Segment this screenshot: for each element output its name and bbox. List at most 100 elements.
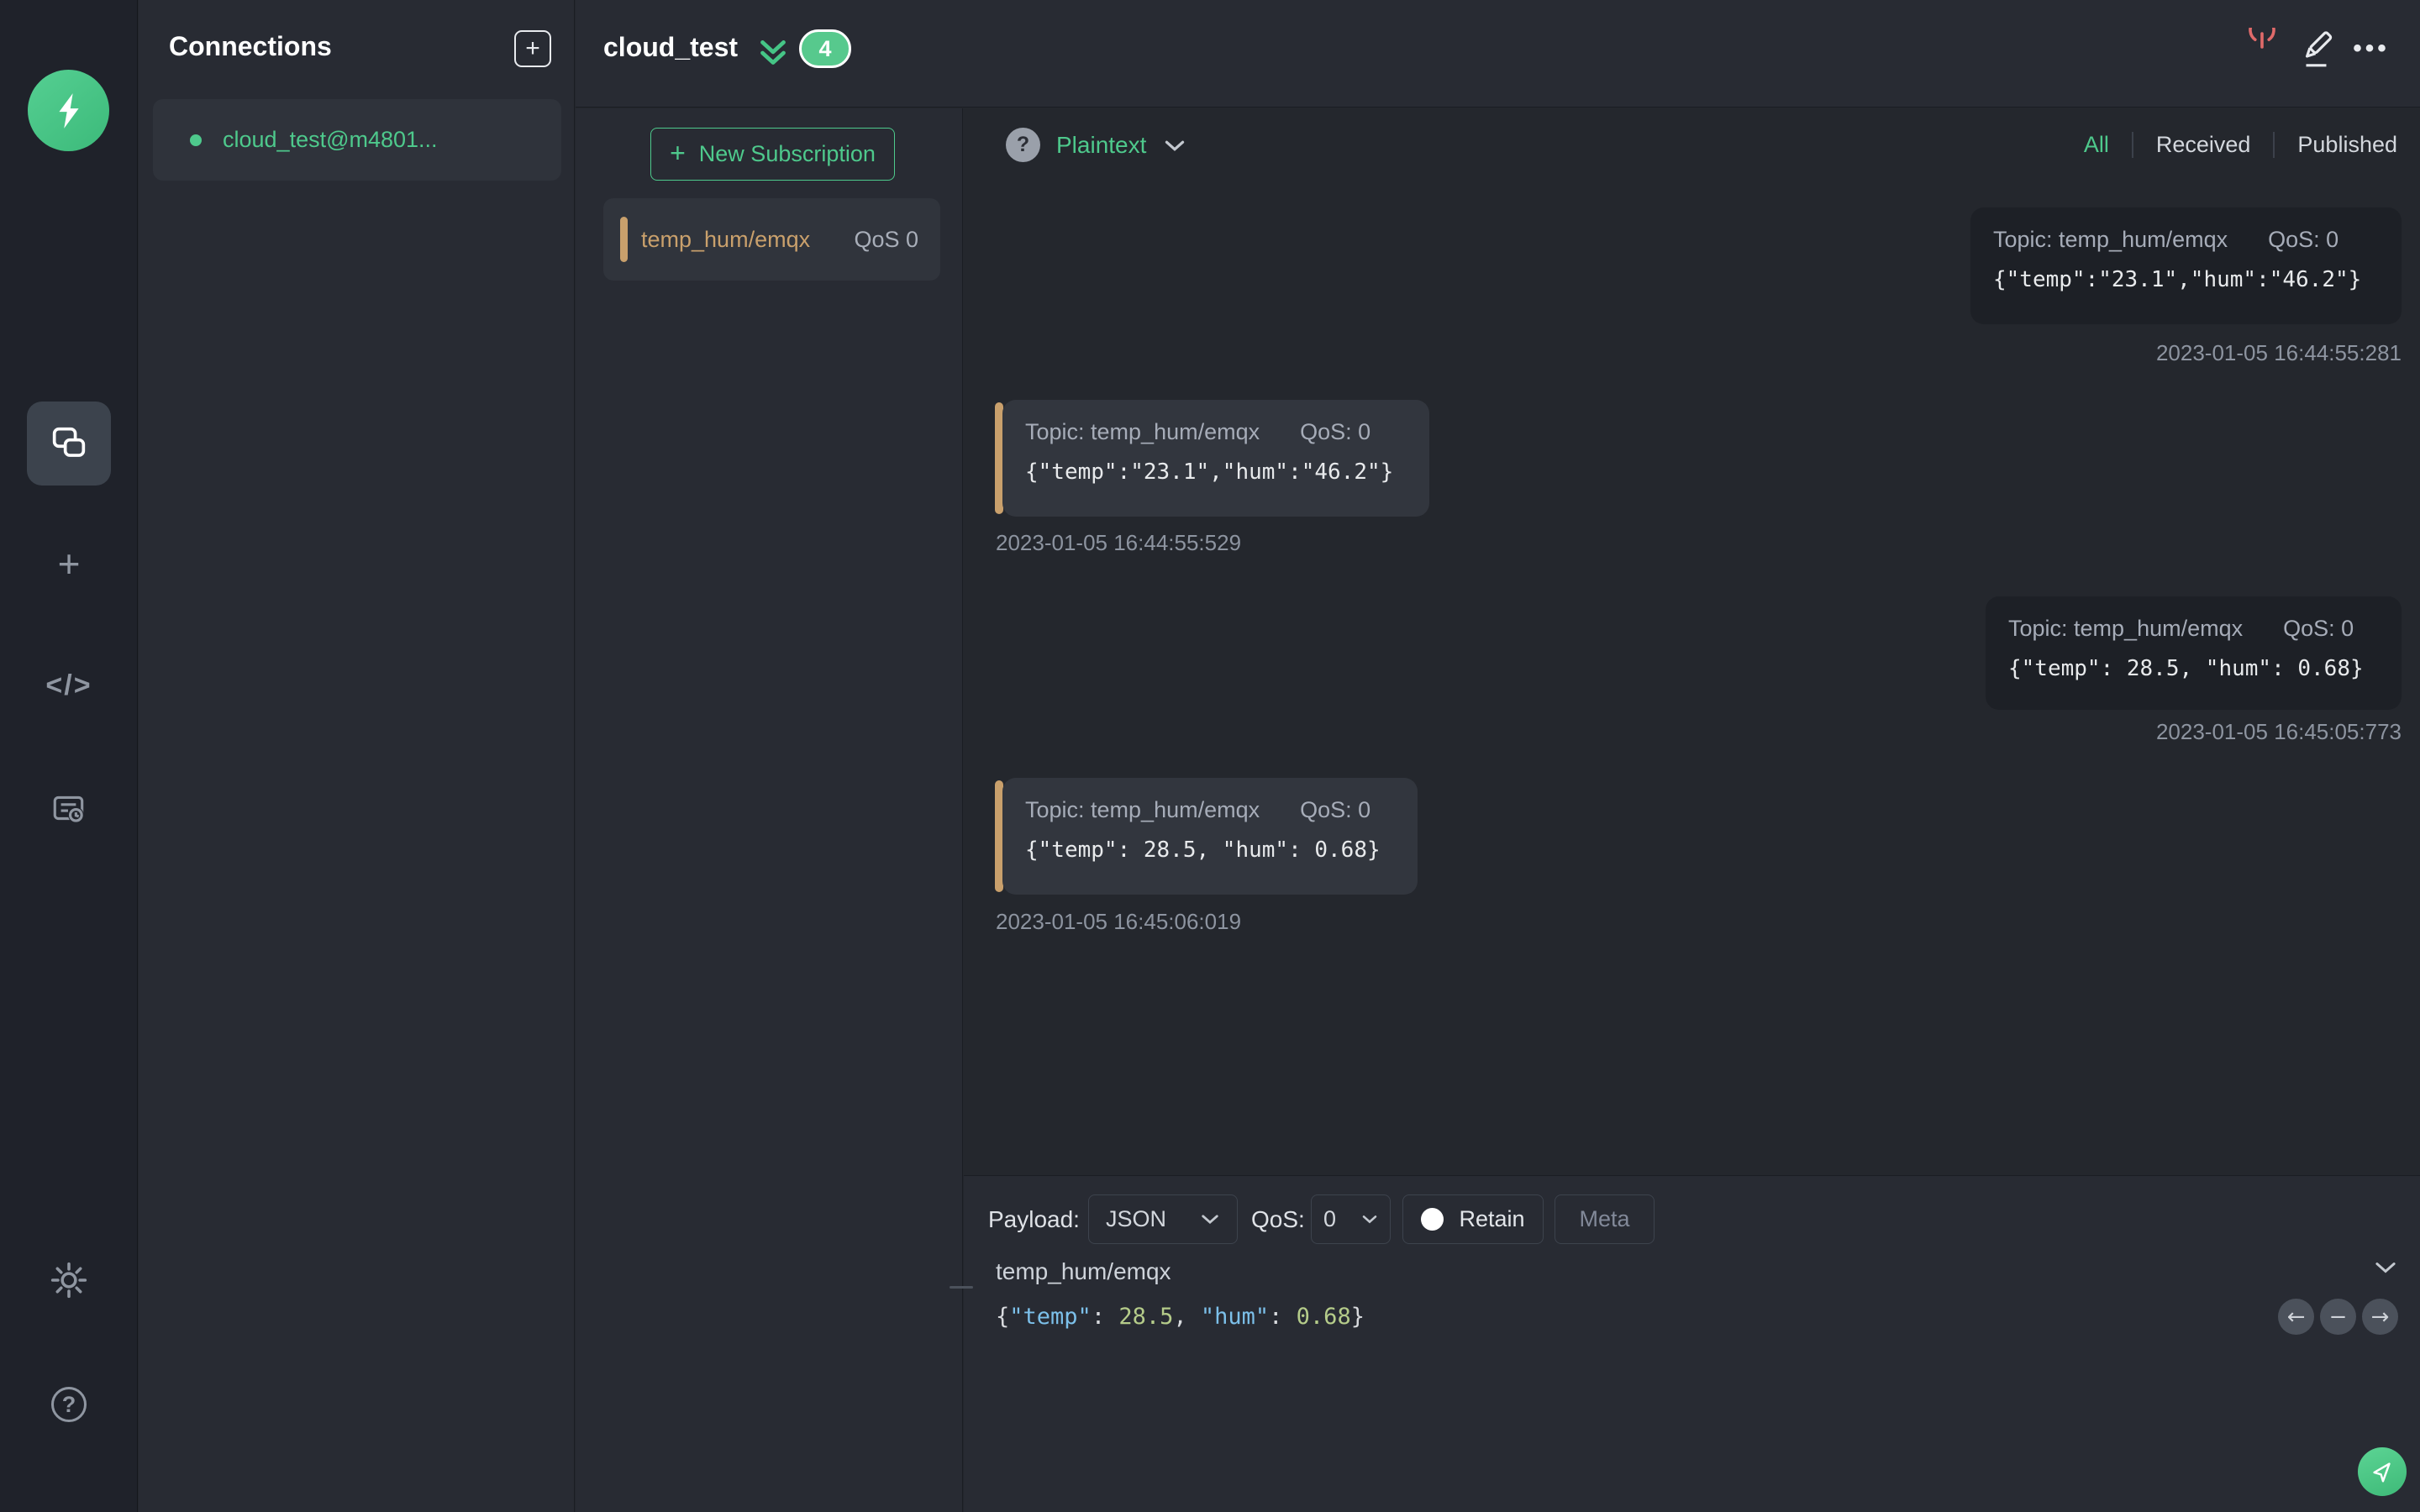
json-token-number: 0.68 [1296,1304,1351,1330]
sidebar-item-connections[interactable] [27,402,111,486]
json-token-number: 28.5 [1118,1304,1174,1330]
collapse-subscriptions-button[interactable] [754,36,792,76]
minus-icon: − [2328,1304,2348,1330]
sidebar-item-script[interactable]: </> [0,654,138,717]
sidebar-item-settings[interactable] [0,1248,138,1312]
connection-list-item[interactable]: cloud_test@m4801... [153,99,561,181]
qos-select[interactable]: 0 [1311,1194,1391,1244]
message-qos: QoS: 0 [1300,419,1371,444]
message-bubble-received: Topic: temp_hum/emqx QoS: 0 {"temp":"23.… [995,400,1429,517]
payload-format-select[interactable]: JSON [1088,1194,1238,1244]
arrow-right-icon: → [2370,1304,2390,1330]
paper-plane-icon [2373,1462,2391,1483]
connection-name: cloud_test@m4801... [223,127,438,152]
sidebar-item-new-connection[interactable]: + [0,532,138,596]
more-menu-button[interactable]: ••• [2351,29,2391,69]
code-icon: </> [45,669,92,701]
connected-status-dot [190,134,202,146]
payload-format-help-icon[interactable]: ? [1006,128,1040,162]
retain-dot-icon [1421,1208,1444,1231]
disconnect-button[interactable] [2242,28,2282,69]
message-timestamp: 2023-01-05 16:45:05:773 [2155,719,2402,744]
filter-received[interactable]: Received [2156,132,2251,158]
power-icon [2249,28,2275,49]
message-meta: Topic: temp_hum/emqx QoS: 0 [1993,227,2379,253]
add-connection-button[interactable]: + [514,30,551,67]
history-prev-button[interactable]: ← [2278,1299,2314,1335]
json-token-key: "temp" [1009,1304,1092,1330]
connection-title: cloud_test [603,32,739,62]
new-subscription-label: New Subscription [698,141,876,166]
subscription-count-badge: 4 [799,29,851,68]
meta-label: Meta [1579,1206,1630,1231]
message-payload: {"temp": 28.5, "hum": 0.68} [1025,837,1381,863]
retain-toggle[interactable]: Retain [1402,1194,1544,1244]
subscriptions-column: + New Subscription temp_hum/emqx QoS 0 [576,108,963,1512]
message-topic: Topic: temp_hum/emqx [1993,227,2228,252]
connections-panel: Connections + cloud_test@m4801... [139,0,575,1512]
publish-topic-input[interactable]: temp_hum/emqx [996,1258,1171,1285]
filter-divider [2131,132,2133,158]
subscription-qos: QoS 0 [854,226,918,252]
message-timestamp: 2023-01-05 16:44:55:529 [996,530,1242,555]
message-payload: {"temp":"23.1","hum":"46.2"} [1025,459,1394,485]
connection-header: cloud_test 4 ••• [576,0,2420,108]
sidebar-item-help[interactable]: ? [0,1373,138,1436]
edit-connection-button[interactable] [2296,29,2337,69]
subscription-color-bar [620,217,628,262]
message-qos: QoS: 0 [2283,616,2354,641]
message-qos: QoS: 0 [1300,797,1371,822]
filter-all[interactable]: All [2084,132,2109,158]
json-token-punct: : [1269,1304,1297,1330]
message-bubble-received: Topic: temp_hum/emqx QoS: 0 {"temp": 28.… [995,778,1418,895]
message-topic: Topic: temp_hum/emqx [2008,616,2244,641]
message-qos: QoS: 0 [2268,227,2339,252]
message-bubble-published: Topic: temp_hum/emqx QoS: 0 {"temp": 28.… [1986,596,2402,710]
json-token-punct: , [1173,1304,1201,1330]
send-button[interactable] [2358,1447,2407,1496]
message-bubble-body: Topic: temp_hum/emqx QoS: 0 {"temp":"23.… [1002,400,1429,517]
retain-label: Retain [1459,1206,1525,1231]
publish-panel: Payload: JSON QoS: 0 Retain Meta temp_hu… [964,1175,2420,1512]
pencil-icon [2305,31,2333,67]
message-bubble-published: Topic: temp_hum/emqx QoS: 0 {"temp":"23.… [1970,207,2402,324]
message-format-dropdown[interactable]: Plaintext [1056,132,1186,159]
mqttx-logo [28,70,109,151]
gear-icon [50,1262,87,1299]
json-token-key: "hum" [1200,1304,1270,1330]
new-subscription-button[interactable]: + New Subscription [650,128,895,181]
message-meta: Topic: temp_hum/emqx QoS: 0 [1025,419,1407,445]
subscription-item[interactable]: temp_hum/emqx QoS 0 [603,198,940,281]
plus-icon: + [670,137,686,168]
message-meta: Topic: temp_hum/emqx QoS: 0 [1025,797,1395,823]
panel-resize-handle[interactable] [950,1286,973,1289]
help-icon: ? [51,1387,87,1422]
ellipsis-icon: ••• [2353,34,2390,62]
json-token-punct: : [1091,1304,1119,1330]
filter-divider [2273,132,2275,158]
json-token-punct: } [1350,1304,1365,1330]
filter-published[interactable]: Published [2297,132,2397,158]
plus-icon: + [57,542,81,585]
collapse-publish-button[interactable] [2373,1260,2398,1279]
connections-icon [52,427,86,457]
history-clear-button[interactable]: − [2320,1299,2356,1335]
publish-payload-editor[interactable]: {"temp": 28.5, "hum": 0.68} [996,1304,1365,1330]
message-bubble-body: Topic: temp_hum/emqx QoS: 0 {"temp": 28.… [1002,778,1418,895]
icon-rail: + </> ? [0,0,138,1512]
meta-button[interactable]: Meta [1555,1194,1655,1244]
chevron-down-icon [1202,1215,1218,1225]
message-timestamp: 2023-01-05 16:45:06:019 [996,909,1242,934]
messages-area: ? Plaintext All Received Published Topic… [964,108,2420,1175]
chevron-down-icon [1362,1215,1377,1224]
subscription-topic: temp_hum/emqx [641,226,811,252]
double-chevron-down-icon [760,40,786,65]
qos-label: QoS: [1251,1206,1305,1232]
sidebar-item-log[interactable] [0,777,138,841]
format-value: Plaintext [1056,132,1147,158]
history-next-button[interactable]: → [2362,1299,2398,1335]
payload-label: Payload: [988,1206,1080,1232]
message-meta: Topic: temp_hum/emqx QoS: 0 [2008,616,2379,642]
qos-value: 0 [1323,1206,1337,1231]
message-payload: {"temp":"23.1","hum":"46.2"} [1993,267,2362,292]
